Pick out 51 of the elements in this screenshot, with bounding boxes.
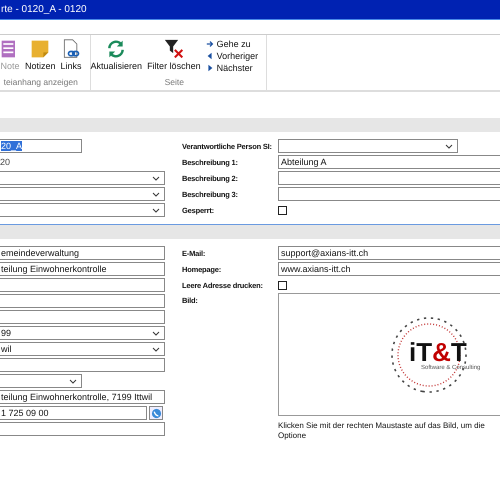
dropdown[interactable] — [0, 374, 82, 388]
input-field[interactable] — [0, 278, 165, 292]
group-label: Seite — [164, 77, 184, 89]
input-field[interactable] — [0, 294, 165, 308]
window-title: rte - 0120_A - 0120 — [0, 4, 87, 15]
code-text: 20 — [0, 157, 10, 167]
input-field[interactable] — [0, 422, 165, 436]
triangle-right-icon — [206, 64, 214, 72]
checkbox[interactable] — [278, 280, 287, 290]
hint-text: Klicken Sie mit der rechten Maustaste auf das Bild, um die Optione — [278, 421, 486, 441]
clear-filter-icon — [164, 39, 184, 59]
ribbon-button[interactable]: Aktualisieren — [90, 39, 142, 77]
nav-button[interactable]: Gehe zu — [206, 39, 258, 49]
chevron-down-icon — [152, 192, 160, 196]
input-field[interactable]: teilung Einwohnerkontrolle — [0, 262, 165, 276]
chevron-down-icon — [152, 330, 160, 336]
chevron-down-icon — [69, 378, 77, 384]
arrow-right-icon — [206, 40, 214, 48]
input-field[interactable]: emeindeverwaltung — [0, 246, 165, 260]
dropdown[interactable] — [0, 203, 165, 217]
triangle-left-icon — [206, 52, 214, 60]
group-label: teianhang anzeigen — [4, 77, 78, 89]
chevron-down-icon — [152, 176, 160, 180]
input-field[interactable]: support@axians-itt.ch — [278, 246, 500, 260]
dropdown[interactable] — [0, 187, 165, 201]
input-field[interactable] — [0, 310, 165, 324]
chevron-down-icon — [152, 208, 160, 212]
nav-button[interactable]: Nächster — [206, 63, 258, 73]
dropdown[interactable] — [0, 171, 165, 185]
ribbon-button[interactable]: Filter löschen — [147, 39, 201, 77]
input-field[interactable]: teilung Einwohnerkontrolle, 7199 Ittwil — [0, 390, 165, 404]
input-field[interactable]: 1 725 09 00 — [0, 406, 147, 420]
document-link-icon — [61, 39, 82, 59]
input-field[interactable]: 20_A — [0, 139, 82, 153]
ribbon-button[interactable]: Notizen — [25, 39, 56, 77]
dropdown[interactable]: wil — [0, 342, 165, 356]
input-field[interactable] — [0, 358, 165, 372]
input-field[interactable]: Abteilung A — [278, 155, 500, 169]
call-button[interactable] — [149, 406, 163, 420]
dropdown[interactable]: 99 — [0, 326, 165, 340]
chevron-down-icon — [152, 346, 160, 352]
refresh-icon — [106, 39, 126, 59]
input-field[interactable]: www.axians-itt.ch — [278, 262, 500, 276]
sticky-note-icon — [30, 39, 50, 59]
dropdown[interactable] — [278, 139, 458, 153]
input-field[interactable] — [278, 171, 500, 185]
input-field[interactable] — [278, 187, 500, 201]
ribbon-button[interactable]: Links — [60, 39, 82, 77]
chevron-down-icon — [445, 144, 453, 148]
nav-button[interactable]: Vorheriger — [206, 51, 258, 61]
checkbox[interactable] — [278, 206, 287, 214]
